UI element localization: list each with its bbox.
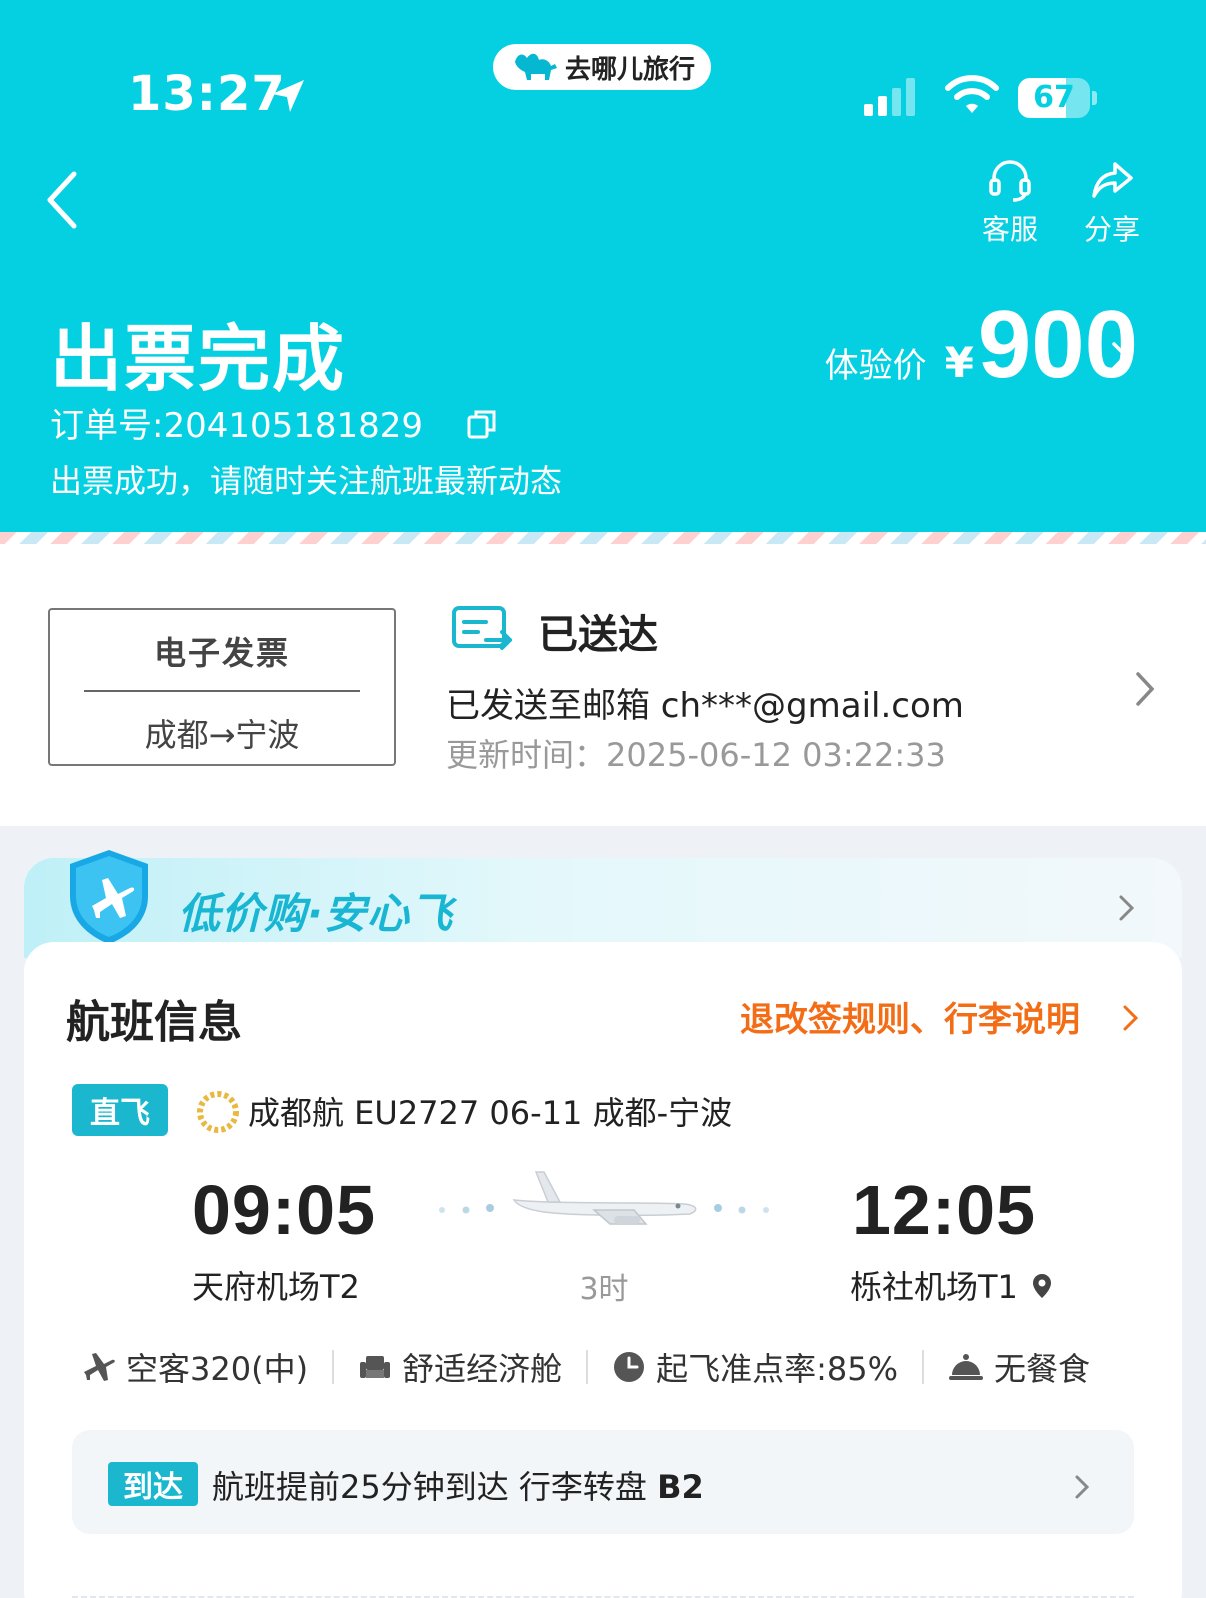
chevron-right-icon[interactable] bbox=[1118, 894, 1136, 922]
brand-pill: 去哪儿旅行 bbox=[493, 44, 711, 90]
share-label: 分享 bbox=[1083, 213, 1140, 246]
departure-airport: 天府机场T2 bbox=[192, 1268, 360, 1306]
meal-info-label: 无餐食 bbox=[994, 1350, 1091, 1388]
camel-logo-icon bbox=[515, 53, 557, 80]
status-time: 13:27 bbox=[128, 66, 286, 122]
header: 13:27 去哪儿旅行 67 客服 分享 出票完成 体验价 ¥ 900 订单号:… bbox=[0, 0, 1206, 532]
share-icon bbox=[1092, 162, 1133, 198]
on-time-rate: 起飞准点率:85% bbox=[612, 1344, 898, 1390]
arrival-info-bar[interactable]: 到达 航班提前25分钟到达 行李转盘 B2 bbox=[72, 1430, 1134, 1534]
aircraft-type-label: 空客320(中) bbox=[126, 1350, 309, 1388]
email-sent-icon bbox=[452, 606, 512, 650]
baggage-carousel: B2 bbox=[657, 1468, 704, 1506]
flight-info-card: 航班信息 退改签规则、行李说明 直飞 成都航 EU2727 06-11 成都-宁… bbox=[24, 942, 1182, 1598]
airplane-illustration-icon bbox=[439, 1171, 769, 1225]
aircraft-type: 空客320(中) bbox=[82, 1344, 308, 1390]
flight-summary: 成都航 EU2727 06-11 成都-宁波 bbox=[248, 1094, 733, 1132]
flight-duration: 3时 bbox=[579, 1272, 629, 1307]
e-invoice-ticket: 电子发票 成都→宁波 bbox=[48, 608, 396, 766]
delivery-status: 已送达 bbox=[538, 612, 658, 658]
arrival-info: 航班提前25分钟到达 行李转盘 B2 bbox=[212, 1462, 704, 1508]
rules-link[interactable]: 退改签规则、行李说明 bbox=[740, 992, 1080, 1041]
airline-logo-icon bbox=[197, 1091, 239, 1133]
location-arrow-icon bbox=[272, 80, 304, 112]
share-button[interactable]: 分享 bbox=[1072, 158, 1152, 248]
meal-info: 无餐食 bbox=[948, 1344, 1090, 1390]
cabin-class-label: 舒适经济舱 bbox=[402, 1350, 563, 1388]
page-title: 出票完成 bbox=[50, 317, 347, 401]
invoice-card[interactable]: 电子发票 成都→宁波 已送达 已发送至邮箱 ch***@gmail.com 更新… bbox=[0, 544, 1206, 826]
ticket-status-message: 出票成功，请随时关注航班最新动态 bbox=[50, 462, 563, 500]
arrival-badge: 到达 bbox=[108, 1462, 198, 1506]
shield-plane-icon bbox=[70, 850, 148, 944]
battery-level: 67 bbox=[1033, 80, 1075, 115]
ticket-divider bbox=[84, 690, 360, 692]
location-pin-icon[interactable] bbox=[1030, 1272, 1054, 1300]
plane-icon bbox=[84, 1353, 115, 1381]
amenities-row: 空客320(中) 舒适经济舱 起飞准点率:85% 无餐食 bbox=[82, 1342, 1090, 1392]
arrival-info-text: 航班提前25分钟到达 行李转盘 bbox=[212, 1468, 647, 1506]
departure-time: 09:05 bbox=[192, 1171, 377, 1249]
customer-service-button[interactable]: 客服 bbox=[970, 158, 1050, 248]
direct-flight-badge: 直飞 bbox=[72, 1084, 168, 1136]
section-title: 航班信息 bbox=[66, 997, 242, 1048]
update-time: 更新时间：2025-06-12 03:22:33 bbox=[446, 736, 946, 774]
back-button[interactable] bbox=[40, 168, 88, 232]
promo-text: 低价购·安心飞 bbox=[178, 889, 453, 938]
e-invoice-title: 电子发票 bbox=[153, 634, 290, 672]
cabin-class: 舒适经济舱 bbox=[358, 1344, 562, 1390]
clock-icon bbox=[614, 1352, 645, 1382]
seat-icon bbox=[360, 1356, 391, 1378]
headset-icon bbox=[989, 160, 1031, 202]
order-number: 订单号:204105181829 bbox=[50, 406, 424, 446]
chevron-right-icon[interactable] bbox=[1108, 338, 1132, 374]
price-link[interactable]: 体验价 ¥ 900 bbox=[825, 290, 1138, 400]
price-label: 体验价 bbox=[824, 346, 927, 386]
arrival-airport: 栎社机场T1 bbox=[850, 1268, 1018, 1306]
on-time-rate-label: 起飞准点率:85% bbox=[656, 1350, 898, 1388]
brand-name: 去哪儿旅行 bbox=[565, 54, 696, 85]
sent-to-email: 已发送至邮箱 ch***@gmail.com bbox=[446, 686, 964, 726]
copy-icon[interactable] bbox=[466, 408, 498, 440]
signal-icon bbox=[864, 78, 915, 116]
chevron-right-icon[interactable] bbox=[1134, 670, 1156, 708]
battery-icon: 67 bbox=[1018, 78, 1097, 118]
wifi-icon bbox=[945, 75, 999, 113]
invoice-route: 成都→宁波 bbox=[144, 716, 300, 754]
customer-service-label: 客服 bbox=[981, 213, 1038, 246]
chevron-right-icon[interactable] bbox=[1074, 1474, 1090, 1500]
price-currency: ¥ bbox=[944, 338, 974, 387]
chevron-right-icon[interactable] bbox=[1122, 1004, 1140, 1032]
meal-icon bbox=[949, 1354, 983, 1380]
airmail-strip bbox=[0, 532, 1206, 544]
arrival-time: 12:05 bbox=[852, 1171, 1037, 1249]
